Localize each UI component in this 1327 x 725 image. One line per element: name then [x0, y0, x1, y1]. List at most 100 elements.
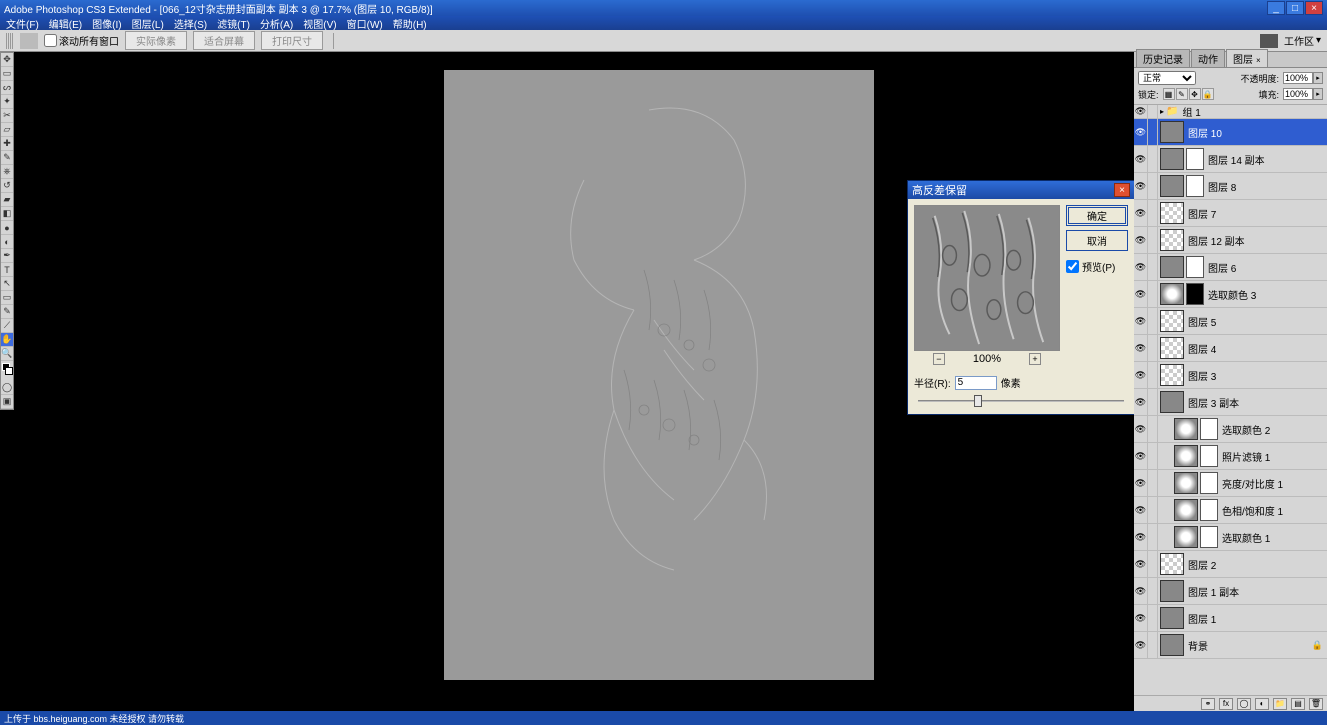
adjustment-thumb[interactable]: [1174, 499, 1198, 521]
layer-name[interactable]: 图层 3: [1188, 368, 1323, 383]
layer-mask-thumb[interactable]: [1186, 148, 1204, 170]
layer-name[interactable]: 图层 10: [1188, 125, 1323, 140]
layer-name[interactable]: 色相/饱和度 1: [1222, 503, 1323, 518]
menu-layer[interactable]: 图层(L): [132, 16, 164, 31]
layer-thumb[interactable]: [1160, 580, 1184, 602]
menu-window[interactable]: 窗口(W): [347, 16, 383, 31]
dialog-preview[interactable]: [914, 205, 1060, 351]
visibility-toggle[interactable]: 👁: [1134, 470, 1148, 496]
layer-row[interactable]: 👁 选取颜色 1: [1134, 524, 1327, 551]
layers-list[interactable]: 👁▸📁组 1👁图层 10👁图层 14 副本👁图层 8👁图层 7👁图层 12 副本…: [1134, 105, 1327, 695]
layer-row[interactable]: 👁选取颜色 3: [1134, 281, 1327, 308]
radius-slider[interactable]: [918, 394, 1124, 408]
visibility-toggle[interactable]: 👁: [1134, 443, 1148, 469]
layer-name[interactable]: 组 1: [1182, 105, 1323, 119]
layer-row[interactable]: 👁图层 7: [1134, 200, 1327, 227]
layer-row[interactable]: 👁 亮度/对比度 1: [1134, 470, 1327, 497]
layer-row[interactable]: 👁 图层 3: [1134, 362, 1327, 389]
visibility-toggle[interactable]: 👁: [1134, 416, 1148, 442]
type-tool[interactable]: T: [1, 263, 13, 277]
delete-layer-icon[interactable]: 🗑: [1309, 698, 1323, 710]
group-icon[interactable]: 📁: [1273, 698, 1287, 710]
layer-thumb[interactable]: [1160, 256, 1184, 278]
layer-thumb[interactable]: [1160, 391, 1184, 413]
menu-select[interactable]: 选择(S): [174, 16, 207, 31]
layer-name[interactable]: 图层 5: [1188, 314, 1323, 329]
layer-thumb[interactable]: [1160, 634, 1184, 656]
opacity-arrow-icon[interactable]: ▸: [1313, 72, 1323, 84]
layer-name[interactable]: 照片滤镜 1: [1222, 449, 1323, 464]
blend-mode-select[interactable]: 正常: [1138, 71, 1196, 85]
visibility-toggle[interactable]: 👁: [1134, 335, 1148, 361]
layer-thumb[interactable]: [1160, 229, 1184, 251]
dodge-tool[interactable]: ◐: [1, 235, 13, 249]
layer-mask-thumb[interactable]: [1186, 256, 1204, 278]
lock-trans-icon[interactable]: ▦: [1163, 88, 1175, 100]
visibility-toggle[interactable]: 👁: [1134, 551, 1148, 577]
visibility-toggle[interactable]: 👁: [1134, 308, 1148, 334]
wand-tool[interactable]: ✦: [1, 95, 13, 109]
layer-row[interactable]: 👁图层 10: [1134, 119, 1327, 146]
tab-layers[interactable]: 图层×: [1226, 49, 1268, 67]
layer-thumb[interactable]: [1160, 364, 1184, 386]
layer-thumb[interactable]: [1160, 202, 1184, 224]
preview-checkbox[interactable]: 预览(P): [1066, 259, 1128, 274]
layer-name[interactable]: 亮度/对比度 1: [1222, 476, 1323, 491]
expand-arrow-icon[interactable]: ▸: [1160, 107, 1164, 116]
layer-row[interactable]: 👁 照片滤镜 1: [1134, 443, 1327, 470]
screenmode-toggle[interactable]: ▣: [1, 395, 13, 409]
layer-style-icon[interactable]: fx: [1219, 698, 1233, 710]
menu-analysis[interactable]: 分析(A): [260, 16, 293, 31]
visibility-toggle[interactable]: 👁: [1134, 524, 1148, 550]
layer-mask-thumb[interactable]: [1200, 526, 1218, 548]
adjustment-thumb[interactable]: [1174, 472, 1198, 494]
layer-thumb[interactable]: [1160, 607, 1184, 629]
stamp-tool[interactable]: ⎈: [1, 165, 13, 179]
slider-thumb[interactable]: [974, 395, 982, 407]
fill-arrow-icon[interactable]: ▸: [1313, 88, 1323, 100]
preview-input[interactable]: [1066, 260, 1079, 273]
layer-name[interactable]: 背景: [1188, 638, 1310, 653]
layer-mask-thumb[interactable]: [1200, 472, 1218, 494]
cancel-button[interactable]: 取消: [1066, 230, 1128, 251]
layer-row[interactable]: 👁图层 6: [1134, 254, 1327, 281]
adjustment-layer-icon[interactable]: ◐: [1255, 698, 1269, 710]
layer-name[interactable]: 图层 4: [1188, 341, 1323, 356]
dialog-close-button[interactable]: ×: [1114, 183, 1130, 197]
workspace-dropdown[interactable]: 工作区 ▾: [1284, 33, 1321, 48]
visibility-toggle[interactable]: 👁: [1134, 227, 1148, 253]
layer-row[interactable]: 👁图层 1: [1134, 605, 1327, 632]
layer-row[interactable]: 👁图层 1 副本: [1134, 578, 1327, 605]
layer-thumb[interactable]: [1160, 121, 1184, 143]
history-brush-tool[interactable]: ↺: [1, 179, 13, 193]
color-swatches[interactable]: [1, 361, 13, 381]
layer-name[interactable]: 图层 1: [1188, 611, 1323, 626]
layer-name[interactable]: 选取颜色 1: [1222, 530, 1323, 545]
visibility-toggle[interactable]: 👁: [1134, 146, 1148, 172]
menu-help[interactable]: 帮助(H): [393, 16, 427, 31]
blur-tool[interactable]: ●: [1, 221, 13, 235]
lock-pixels-icon[interactable]: ✎: [1176, 88, 1188, 100]
ok-button[interactable]: 确定: [1066, 205, 1128, 226]
lock-all-icon[interactable]: 🔒: [1202, 88, 1214, 100]
visibility-toggle[interactable]: 👁: [1134, 254, 1148, 280]
adjustment-thumb[interactable]: [1174, 418, 1198, 440]
fill-input[interactable]: [1283, 88, 1313, 100]
tool-preset-icon[interactable]: [20, 33, 38, 49]
visibility-toggle[interactable]: 👁: [1134, 362, 1148, 388]
link-layers-icon[interactable]: ⚭: [1201, 698, 1215, 710]
tab-history[interactable]: 历史记录: [1136, 49, 1190, 67]
menu-view[interactable]: 视图(V): [303, 16, 336, 31]
adjustment-thumb[interactable]: [1174, 526, 1198, 548]
lock-position-icon[interactable]: ✥: [1189, 88, 1201, 100]
visibility-toggle[interactable]: 👁: [1134, 200, 1148, 226]
scroll-all-checkbox[interactable]: 滚动所有窗口: [44, 33, 119, 48]
slice-tool[interactable]: ▱: [1, 123, 13, 137]
fit-screen-button[interactable]: 适合屏幕: [193, 31, 255, 50]
path-tool[interactable]: ↖: [1, 277, 13, 291]
layer-thumb[interactable]: [1160, 148, 1184, 170]
layer-name[interactable]: 图层 3 副本: [1188, 395, 1323, 410]
lasso-tool[interactable]: ᔕ: [1, 81, 13, 95]
adjustment-thumb[interactable]: [1160, 283, 1184, 305]
maximize-button[interactable]: □: [1286, 1, 1304, 15]
